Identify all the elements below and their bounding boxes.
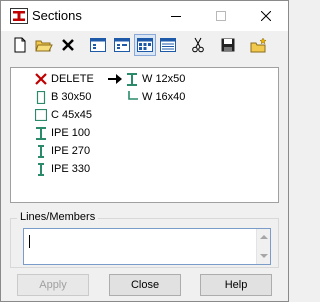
close-button[interactable]: Close <box>109 274 181 296</box>
text-caret <box>29 235 30 248</box>
apply-button[interactable]: Apply <box>17 274 89 296</box>
open-folder-star-icon[interactable] <box>248 34 270 56</box>
open-folder-icon[interactable] <box>33 34 55 56</box>
delete-x-icon <box>35 72 47 86</box>
list-item-label: W 12x50 <box>142 73 186 85</box>
list-item[interactable]: W 16x40 <box>126 89 185 105</box>
list-item[interactable]: IPE 330 <box>35 161 90 177</box>
view-details-icon[interactable] <box>111 34 133 56</box>
help-button[interactable]: Help <box>200 274 272 296</box>
vertical-scrollbar[interactable] <box>256 229 270 264</box>
list-item[interactable]: IPE 270 <box>35 143 90 159</box>
delete-x-icon[interactable] <box>57 34 79 56</box>
title-bar: Sections <box>1 1 288 31</box>
view-table-icon[interactable] <box>157 34 179 56</box>
maximize-button <box>198 1 243 31</box>
i-beam-icon <box>35 162 47 176</box>
cut-icon[interactable] <box>187 34 209 56</box>
tree-branch-icon <box>126 90 138 104</box>
list-item-label: B 30x50 <box>51 91 92 103</box>
list-item[interactable]: IPE 100 <box>35 125 90 141</box>
i-beam-icon <box>35 126 47 140</box>
sections-list[interactable]: DELETE B 30x50 C 45x45 IPE 100 IPE 270 I… <box>10 67 279 203</box>
list-item[interactable]: C 45x45 <box>35 107 92 123</box>
list-item-label: IPE 100 <box>51 127 91 139</box>
toolbar <box>1 34 288 56</box>
arrow-right-icon <box>108 73 122 88</box>
list-item[interactable]: B 30x50 <box>35 89 91 105</box>
close-window-button[interactable] <box>243 1 288 31</box>
rectangle-section-icon <box>35 90 47 104</box>
sections-dialog: Sections DELETE B 30x50 C 45x45 IPE 100 … <box>0 0 289 302</box>
list-item[interactable]: DELETE <box>35 71 94 87</box>
scroll-up-icon[interactable] <box>260 235 268 239</box>
square-section-icon <box>35 108 47 122</box>
list-item[interactable]: W 12x50 <box>126 71 185 87</box>
new-icon[interactable] <box>9 34 31 56</box>
steel-section-icon <box>10 8 28 24</box>
list-item-label: IPE 330 <box>51 163 91 175</box>
window-title: Sections <box>32 8 82 23</box>
i-beam-icon <box>35 144 47 158</box>
lines-members-label: Lines/Members <box>17 211 99 223</box>
minimize-button[interactable] <box>153 1 198 31</box>
view-list-icon[interactable] <box>87 34 109 56</box>
save-icon[interactable] <box>217 34 239 56</box>
scroll-down-icon[interactable] <box>260 254 268 258</box>
list-item-label: DELETE <box>51 73 94 85</box>
list-item-label: IPE 270 <box>51 145 91 157</box>
list-item-label: C 45x45 <box>51 109 92 121</box>
view-grid-icon[interactable] <box>134 34 156 56</box>
i-beam-icon <box>126 72 138 86</box>
list-item-label: W 16x40 <box>142 91 186 103</box>
lines-members-input[interactable] <box>23 228 271 265</box>
